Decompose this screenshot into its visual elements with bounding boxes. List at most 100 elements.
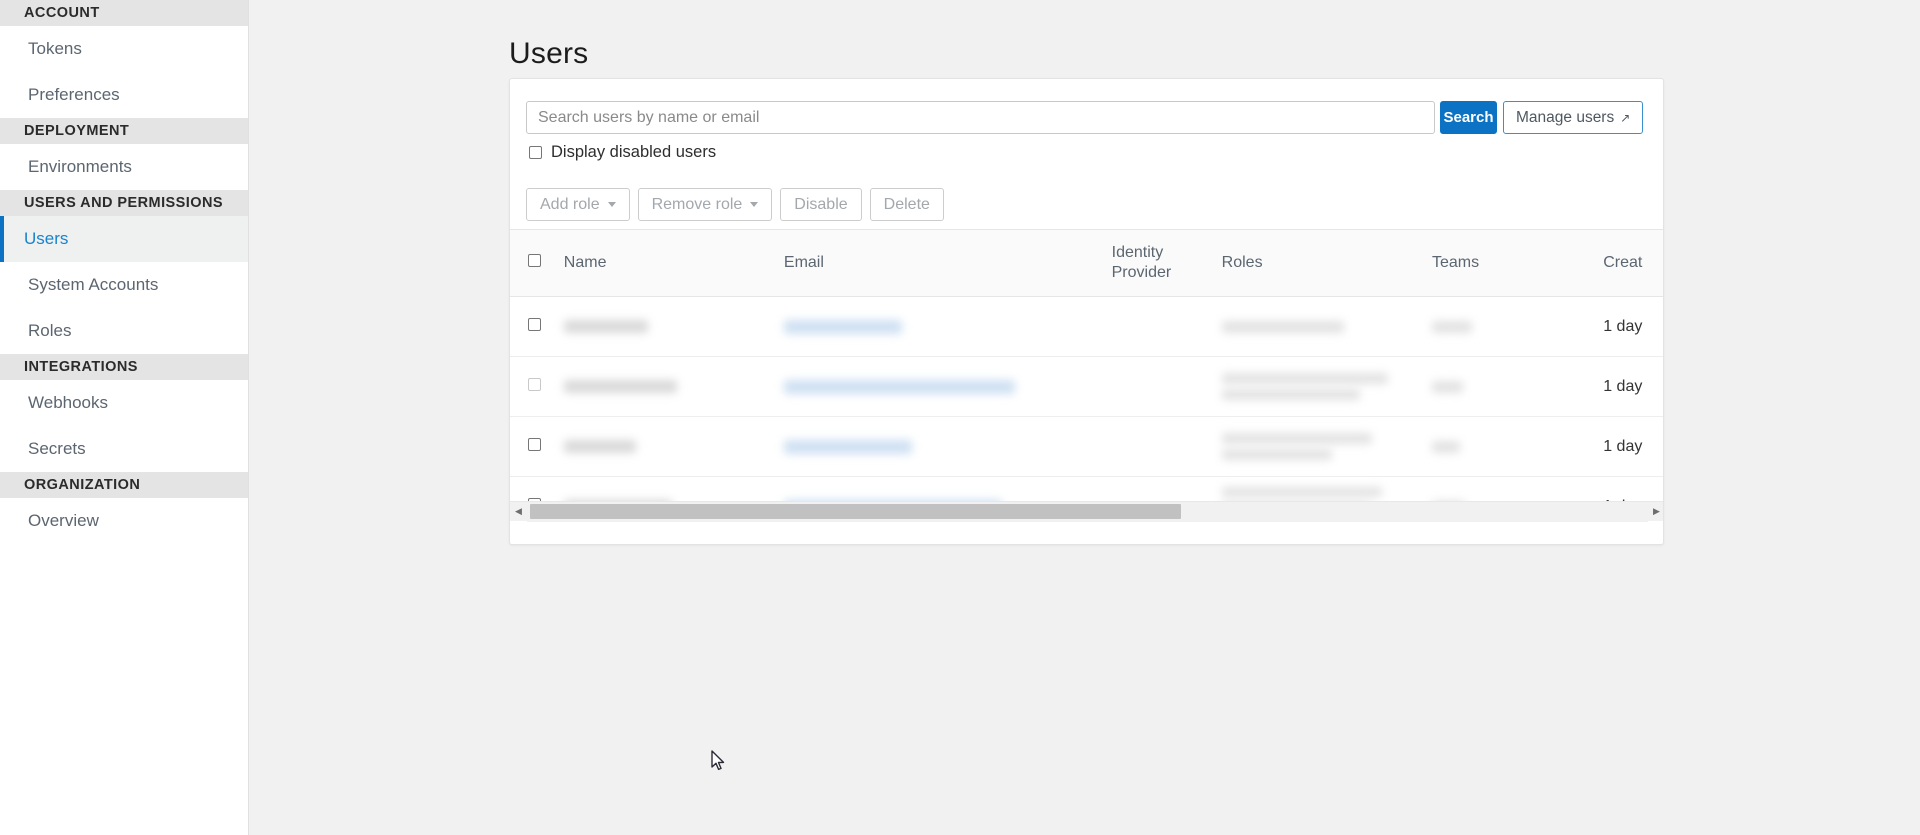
cell-name [564, 417, 784, 477]
scroll-left-arrow-icon[interactable]: ◀ [510, 502, 527, 522]
row-checkbox[interactable] [528, 378, 541, 391]
sidebar-section-account: ACCOUNT [0, 0, 248, 26]
redacted-teams [1432, 321, 1472, 333]
sidebar-item-webhooks[interactable]: Webhooks [0, 380, 248, 426]
sidebar-item-label: Webhooks [28, 393, 108, 413]
cell-teams [1432, 357, 1603, 417]
sidebar-item-label: Environments [28, 157, 132, 177]
row-checkbox[interactable] [528, 438, 541, 451]
display-disabled-users-checkbox[interactable] [529, 146, 542, 159]
sidebar-item-label: Tokens [28, 39, 82, 59]
users-panel: Search Manage users ↗ Display disabled u… [509, 78, 1664, 545]
cell-name [564, 357, 784, 417]
redacted-name [564, 380, 677, 393]
sidebar-item-label: Secrets [28, 439, 86, 459]
users-table: Name Email Identity Provider Roles Teams… [510, 229, 1664, 501]
main-content: Users Search Manage users ↗ Display disa… [249, 0, 1920, 835]
remove-role-button[interactable]: Remove role [638, 188, 773, 221]
column-header-roles[interactable]: Roles [1222, 230, 1432, 297]
select-all-header [510, 230, 564, 297]
table-header-row: Name Email Identity Provider Roles Teams… [510, 230, 1664, 297]
users-table-container: Name Email Identity Provider Roles Teams… [510, 229, 1664, 501]
column-header-email[interactable]: Email [784, 230, 1112, 297]
manage-users-button[interactable]: Manage users ↗ [1503, 101, 1643, 134]
table-row[interactable]: 1 day [510, 477, 1664, 502]
row-select-cell [510, 417, 564, 477]
column-header-created[interactable]: Creat [1603, 230, 1664, 297]
cell-teams [1432, 417, 1603, 477]
table-row[interactable]: 1 day [510, 297, 1664, 357]
sidebar-item-label: Roles [28, 321, 71, 341]
delete-label: Delete [884, 196, 930, 214]
cell-name [564, 297, 784, 357]
redacted-roles [1222, 487, 1432, 502]
sidebar-item-roles[interactable]: Roles [0, 308, 248, 354]
redacted-name [564, 440, 636, 453]
sidebar-item-tokens[interactable]: Tokens [0, 26, 248, 72]
sidebar-item-overview[interactable]: Overview [0, 498, 248, 544]
scrollbar-track[interactable] [527, 502, 1648, 522]
cell-name [564, 477, 784, 502]
disable-button[interactable]: Disable [780, 188, 861, 221]
scroll-right-arrow-icon[interactable]: ▶ [1648, 502, 1664, 522]
search-input[interactable] [526, 101, 1435, 134]
delete-button[interactable]: Delete [870, 188, 944, 221]
users-table-head: Name Email Identity Provider Roles Teams… [510, 230, 1664, 297]
redacted-roles [1222, 373, 1432, 400]
sidebar-item-environments[interactable]: Environments [0, 144, 248, 190]
cell-roles [1222, 357, 1432, 417]
column-header-name[interactable]: Name [564, 230, 784, 297]
sidebar-item-secrets[interactable]: Secrets [0, 426, 248, 472]
cell-identity-provider [1112, 417, 1222, 477]
mouse-cursor [711, 750, 725, 772]
redacted-email [784, 380, 1015, 394]
select-all-checkbox[interactable] [528, 254, 541, 267]
row-checkbox[interactable] [528, 318, 541, 331]
redacted-roles [1222, 321, 1344, 333]
display-disabled-users-row[interactable]: Display disabled users [529, 143, 716, 162]
sidebar-item-preferences[interactable]: Preferences [0, 72, 248, 118]
horizontal-scrollbar[interactable]: ◀ ▶ [510, 501, 1664, 521]
disable-label: Disable [794, 196, 847, 214]
sidebar-item-system-accounts[interactable]: System Accounts [0, 262, 248, 308]
sidebar-item-label: Preferences [28, 85, 120, 105]
table-row[interactable]: 1 day [510, 357, 1664, 417]
sidebar-item-label: Overview [28, 511, 99, 531]
redacted-email [784, 440, 912, 454]
cell-teams [1432, 297, 1603, 357]
display-disabled-users-label: Display disabled users [551, 143, 716, 162]
cell-roles [1222, 297, 1432, 357]
sidebar-section-users-and-permissions: USERS AND PERMISSIONS [0, 190, 248, 216]
redacted-email [784, 320, 902, 334]
cell-email [784, 417, 1112, 477]
cell-roles [1222, 477, 1432, 502]
page-title: Users [509, 37, 588, 71]
row-select-cell [510, 297, 564, 357]
cell-roles [1222, 417, 1432, 477]
sidebar-item-label: System Accounts [28, 275, 158, 295]
table-row[interactable]: 1 day [510, 417, 1664, 477]
add-role-button[interactable]: Add role [526, 188, 630, 221]
column-header-teams[interactable]: Teams [1432, 230, 1603, 297]
cell-created: 1 day [1603, 477, 1664, 502]
redacted-roles [1222, 433, 1432, 460]
chevron-down-icon [750, 202, 758, 207]
search-row: Search Manage users ↗ [526, 101, 1643, 134]
sidebar-section-deployment: DEPLOYMENT [0, 118, 248, 144]
external-link-icon: ↗ [1620, 112, 1630, 124]
remove-role-label: Remove role [652, 196, 743, 214]
cell-teams [1432, 477, 1603, 502]
sidebar-section-organization: ORGANIZATION [0, 472, 248, 498]
sidebar-item-users[interactable]: Users [0, 216, 248, 262]
manage-users-label: Manage users [1516, 109, 1614, 127]
cell-email [784, 357, 1112, 417]
column-header-identity-provider[interactable]: Identity Provider [1112, 230, 1222, 297]
search-button[interactable]: Search [1440, 101, 1497, 134]
sidebar: ACCOUNT Tokens Preferences DEPLOYMENT En… [0, 0, 249, 835]
cell-email [784, 297, 1112, 357]
cell-email [784, 477, 1112, 502]
cell-created: 1 day [1603, 417, 1664, 477]
cell-created: 1 day [1603, 297, 1664, 357]
sidebar-item-label: Users [24, 229, 68, 249]
scrollbar-thumb[interactable] [530, 504, 1181, 519]
